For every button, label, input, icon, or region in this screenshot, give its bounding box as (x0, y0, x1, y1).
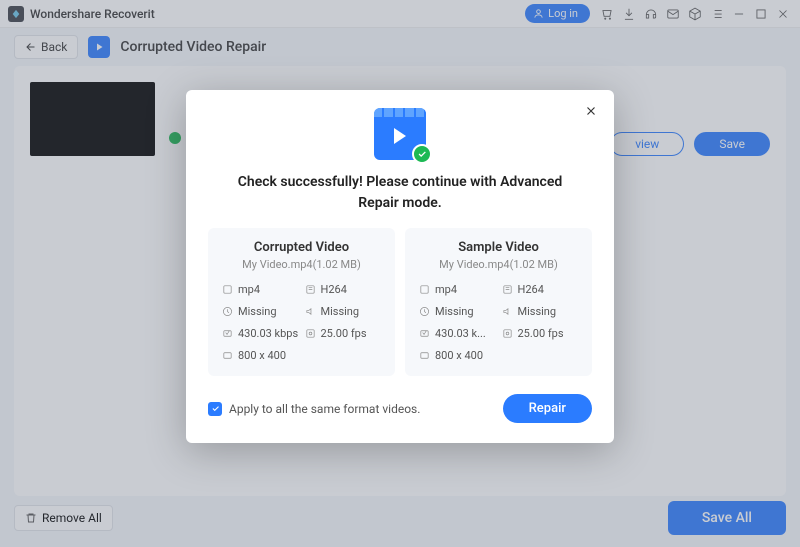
format-cell: mp4 (222, 283, 299, 296)
duration-cell: Missing (419, 305, 496, 318)
fps-cell: 25.00 fps (502, 327, 579, 340)
close-icon[interactable] (582, 102, 600, 120)
apply-all-checkbox[interactable]: Apply to all the same format videos. (208, 402, 420, 416)
duration-cell: Missing (222, 305, 299, 318)
modal-headline: Check successfully! Please continue with… (208, 172, 592, 228)
corrupted-video-card: Corrupted Video My Video.mp4(1.02 MB) mp… (208, 228, 395, 376)
repair-button[interactable]: Repair (503, 394, 592, 423)
fps-cell: 25.00 fps (305, 327, 382, 340)
video-success-icon (374, 108, 426, 160)
resolution-cell: 800 x 400 (419, 349, 496, 362)
bitrate-cell: 430.03 k... (419, 327, 496, 340)
bitrate-cell: 430.03 kbps (222, 327, 299, 340)
sample-video-card: Sample Video My Video.mp4(1.02 MB) mp4 H… (405, 228, 592, 376)
checkbox-checked-icon (208, 402, 222, 416)
format-cell: mp4 (419, 283, 496, 296)
apply-all-label: Apply to all the same format videos. (229, 402, 420, 416)
card-title: Sample Video (419, 240, 578, 255)
resolution-cell: 800 x 400 (222, 349, 299, 362)
audio-cell: Missing (502, 305, 579, 318)
card-subtitle: My Video.mp4(1.02 MB) (419, 258, 578, 271)
video-info-cards: Corrupted Video My Video.mp4(1.02 MB) mp… (208, 228, 592, 376)
audio-cell: Missing (305, 305, 382, 318)
modal-footer: Apply to all the same format videos. Rep… (208, 394, 592, 423)
card-title: Corrupted Video (222, 240, 381, 255)
codec-cell: H264 (502, 283, 579, 296)
codec-cell: H264 (305, 283, 382, 296)
card-subtitle: My Video.mp4(1.02 MB) (222, 258, 381, 271)
modal-hero (208, 108, 592, 160)
advanced-repair-modal: Check successfully! Please continue with… (186, 90, 614, 443)
